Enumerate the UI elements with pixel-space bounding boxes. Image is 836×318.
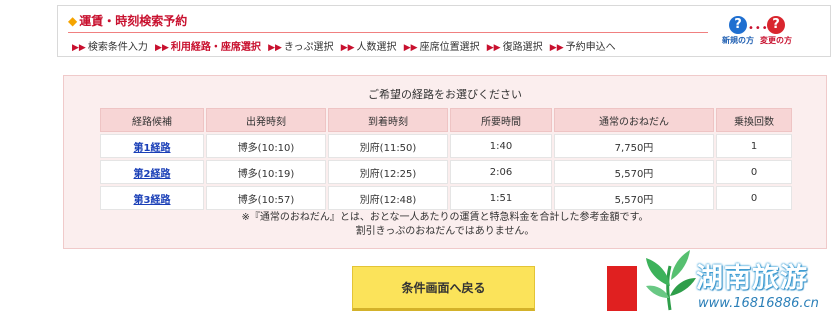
question-icon: ? [767,16,785,34]
step-passengers: ▶▶ 人数選択 [340,42,397,53]
watermark-text: 湖南旅游 [696,263,808,294]
double-arrow-icon: ▶▶ [486,43,501,53]
double-arrow-icon: ▶▶ [72,43,86,53]
price-note: ※『通常のおねだん』とは、おとな一人あたりの運賃と特急料金を合計した参考金額です… [241,212,649,237]
table-row: 第3経路 博多(10:57) 別府(12:48) 1:51 5,570円 0 [100,186,792,210]
help-change-user[interactable]: ? 変更の方 [760,16,792,46]
watermark-url: www.16816886.cn [698,296,819,311]
route-cell: 第1経路 [100,134,204,158]
step-ticket: ▶▶ きっぷ選択 [268,42,334,53]
duration-cell: 1:51 [450,186,552,210]
table-row: 第1経路 博多(10:10) 別府(11:50) 1:40 7,750円 1 [100,134,792,158]
search-header-panel: ◆ 運賃・時刻検索予約 ▶▶ 検索条件入力 ▶▶ 利用経路・座席選択 ▶▶ きっぷ選択 … [57,5,831,57]
col-price: 通常のおねだん [554,108,714,132]
step-breadcrumb: ▶▶ 検索条件入力 ▶▶ 利用経路・座席選択 ▶▶ きっぷ選択 ▶▶ 人数選択 ▶▶ 座席… [72,38,620,53]
step-apply: ▶▶ 予約申込へ [549,42,616,53]
step-search-conditions: ▶▶ 検索条件入力 [72,42,148,53]
arrive-cell: 別府(12:25) [328,160,448,184]
table-header-row: 経路候補 出発時刻 到着時刻 所要時間 通常のおねだん 乗換回数 [100,108,792,132]
col-transfers: 乗換回数 [716,108,792,132]
depart-cell: 博多(10:19) [206,160,326,184]
transfers-cell: 0 [716,186,792,210]
leaf-logo-icon [646,250,696,311]
double-arrow-icon: ▶▶ [155,43,169,53]
back-to-conditions-button[interactable]: 条件画面へ戻る [352,266,535,311]
depart-cell: 博多(10:10) [206,134,326,158]
route-link[interactable]: 第3経路 [134,195,171,206]
route-selection-panel: ご希望の経路をお選びください 経路候補 出発時刻 到着時刻 所要時間 通常のおね… [63,75,827,249]
arrive-cell: 別府(12:48) [328,186,448,210]
table-row: 第2経路 博多(10:19) 別府(12:25) 2:06 5,570円 0 [100,160,792,184]
transfers-cell: 1 [716,134,792,158]
route-cell: 第3経路 [100,186,204,210]
route-instruction: ご希望の経路をお選びください [368,88,522,101]
depart-cell: 博多(10:57) [206,186,326,210]
arrive-cell: 別府(11:50) [328,134,448,158]
price-cell: 5,570円 [554,160,714,184]
step-return: ▶▶ 復路選択 [486,42,543,53]
question-icon: ? [729,16,747,34]
double-arrow-icon: ▶▶ [403,43,418,53]
col-arrive: 到着時刻 [328,108,448,132]
col-depart: 出発時刻 [206,108,326,132]
diamond-icon: ◆ [68,14,78,28]
step-seat-position: ▶▶ 座席位置選択 [403,42,480,53]
double-arrow-icon: ▶▶ [268,43,282,53]
route-link[interactable]: 第1経路 [134,143,171,154]
red-action-button[interactable] [607,266,637,311]
duration-cell: 2:06 [450,160,552,184]
route-link[interactable]: 第2経路 [134,169,171,180]
col-route: 経路候補 [100,108,204,132]
price-cell: 5,570円 [554,186,714,210]
col-duration: 所要時間 [450,108,552,132]
step-route-seat: ▶▶ 利用経路・座席選択 [155,42,261,53]
price-cell: 7,750円 [554,134,714,158]
double-arrow-icon: ▶▶ [549,43,564,53]
transfers-cell: 0 [716,160,792,184]
duration-cell: 1:40 [450,134,552,158]
page-title: ◆ 運賃・時刻検索予約 [68,14,188,28]
double-arrow-icon: ▶▶ [340,43,355,53]
title-divider [68,32,708,33]
route-cell: 第2経路 [100,160,204,184]
route-table: 経路候補 出発時刻 到着時刻 所要時間 通常のおねだん 乗換回数 第1経路 博多… [98,106,794,212]
